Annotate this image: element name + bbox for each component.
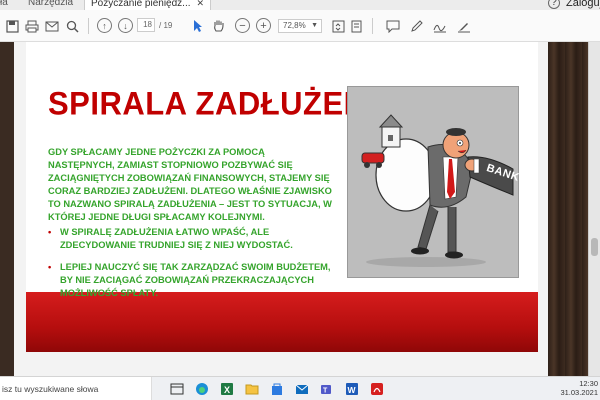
- fit-page-icon[interactable]: [330, 18, 346, 34]
- svg-text:X: X: [224, 385, 230, 395]
- edge-icon[interactable]: [195, 382, 209, 396]
- scroll-mode-icon[interactable]: [348, 18, 364, 34]
- slide-bottom-margin: [26, 352, 538, 376]
- search-icon[interactable]: [64, 18, 80, 34]
- mail-icon[interactable]: [295, 382, 309, 396]
- chevron-down-icon: ▼: [311, 22, 318, 29]
- tab-tools[interactable]: Narzędzia: [22, 0, 79, 10]
- hand-icon[interactable]: [210, 18, 226, 34]
- close-tab-icon[interactable]: ✕: [197, 0, 205, 8]
- task-view-icon[interactable]: [170, 382, 184, 396]
- bullet-icon: •: [48, 262, 52, 272]
- taskbar: isz tu wyszukiwane słowa X T W 12:30 31.…: [0, 376, 600, 400]
- document-viewport: SPIRALA ZADŁUŻENIA GDY SPŁACAMY JEDNE PO…: [0, 42, 600, 376]
- svg-text:W: W: [348, 385, 357, 395]
- toolbar-separator: [88, 18, 89, 34]
- system-clock[interactable]: 12:30 31.03.2021: [560, 379, 598, 397]
- vertical-scrollbar[interactable]: [588, 42, 600, 376]
- taskbar-search-input[interactable]: isz tu wyszukiwane słowa: [0, 377, 152, 400]
- signature-icon[interactable]: [432, 18, 448, 34]
- scrollbar-thumb[interactable]: [591, 238, 598, 256]
- page-navigator: 18 / 19: [137, 18, 172, 32]
- zoom-in-icon[interactable]: +: [256, 18, 271, 33]
- login-link[interactable]: Zaloguj: [566, 0, 600, 9]
- slide-page: SPIRALA ZADŁUŻENIA GDY SPŁACAMY JEDNE PO…: [14, 42, 548, 376]
- comment-icon[interactable]: [385, 18, 401, 34]
- bullet-icon: •: [48, 227, 52, 237]
- save-icon[interactable]: [4, 18, 20, 34]
- svg-text:T: T: [323, 388, 328, 395]
- slide-paragraph: GDY SPŁACAMY JEDNE POŻYCZKI ZA POMOCĄ NA…: [48, 147, 332, 223]
- acrobat-icon[interactable]: [370, 382, 384, 396]
- help-icon[interactable]: ?: [548, 0, 560, 9]
- excel-icon[interactable]: X: [220, 382, 234, 396]
- toolbar-separator: [372, 18, 373, 34]
- tab-bar: ła Narzędzia Pożyczanie pieniędz... ✕ ? Z…: [0, 0, 600, 10]
- print-icon[interactable]: [24, 18, 40, 34]
- store-icon[interactable]: [270, 382, 284, 396]
- page-number-input[interactable]: 18: [137, 18, 155, 32]
- file-explorer-icon[interactable]: [245, 382, 259, 396]
- slide-bullet: • W SPIRALĘ ZADŁUŻENIA ŁATWO WPAŚĆ, ALE …: [48, 227, 293, 251]
- page-total: / 19: [159, 20, 173, 30]
- toolbar: ↑ ↓ 18 / 19 − + 72,8% ▼: [0, 10, 600, 42]
- zoom-out-icon[interactable]: −: [235, 18, 250, 33]
- slide-red-band: [26, 292, 538, 352]
- word-icon[interactable]: W: [345, 382, 359, 396]
- page-down-icon[interactable]: ↓: [118, 18, 133, 33]
- zoom-select[interactable]: 72,8% ▼: [278, 19, 322, 33]
- teams-icon[interactable]: T: [320, 382, 334, 396]
- email-icon[interactable]: [44, 18, 60, 34]
- cursor-icon[interactable]: [190, 18, 206, 34]
- page-up-icon[interactable]: ↑: [97, 18, 112, 33]
- debt-cartoon-image: BANK: [347, 86, 521, 278]
- tab-previous[interactable]: ła: [0, 0, 14, 10]
- tab-document[interactable]: Pożyczanie pieniędz... ✕: [84, 0, 212, 10]
- sign-icon[interactable]: [456, 18, 472, 34]
- slide-bullet: • LEPIEJ NAUCZYĆ SIĘ TAK ZARZĄDZAĆ SWOIM…: [48, 262, 331, 299]
- pen-icon[interactable]: [408, 18, 424, 34]
- slide-title: SPIRALA ZADŁUŻENIA: [48, 85, 399, 122]
